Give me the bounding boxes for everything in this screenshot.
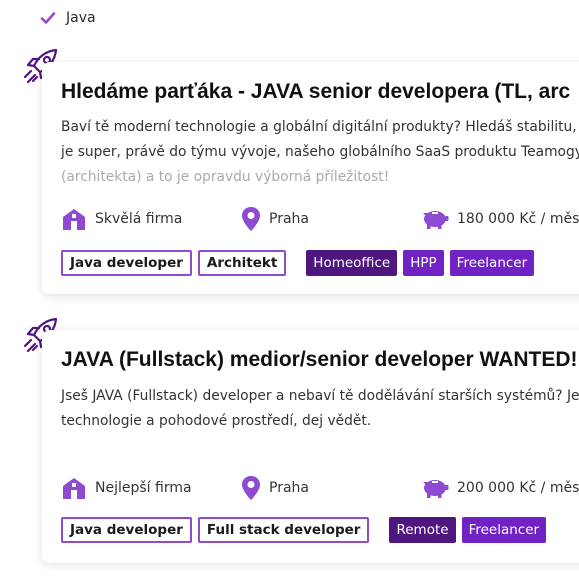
job-description: Baví tě moderní technologie a globální d…	[61, 115, 579, 190]
skill-tag[interactable]: Full stack developer	[197, 517, 370, 543]
work-type-tag[interactable]: HPP	[403, 250, 444, 276]
location-info: Praha	[241, 204, 309, 234]
work-type-tag[interactable]: Freelancer	[461, 517, 547, 543]
company-name: Skvělá firma	[95, 211, 183, 227]
description-line: Jseš JAVA (Fullstack) developer a nebaví…	[61, 388, 579, 404]
work-type-tag[interactable]: Remote	[389, 517, 456, 543]
job-card[interactable]: JAVA (Fullstack) medior/senior developer…	[42, 330, 579, 563]
job-meta: Skvělá firma Praha 180 000 Kč / měsíc	[61, 204, 579, 234]
company-name: Nejlepší firma	[95, 480, 192, 496]
description-line: je super, právě do týmu vývoje, našeho g…	[61, 144, 579, 160]
map-pin-icon	[242, 476, 260, 500]
job-card[interactable]: Hledáme parťáka - JAVA senior developera…	[42, 62, 579, 294]
building-icon	[63, 209, 85, 230]
description-line: Baví tě moderní technologie a globální d…	[61, 119, 577, 135]
salary-value: 200 000 Kč / měsíc	[457, 480, 579, 496]
skill-tag[interactable]: Java developer	[61, 250, 192, 276]
salary-info: 200 000 Kč / měsíc	[421, 473, 579, 503]
work-type-tag[interactable]: Freelancer	[449, 250, 535, 276]
piggy-bank-icon	[423, 211, 449, 229]
description-line: technologie a pohodové prostředí, dej vě…	[61, 413, 372, 429]
skill-tag[interactable]: Java developer	[61, 517, 192, 543]
piggy-bank-icon	[423, 480, 449, 498]
skill-tag[interactable]: Architekt	[197, 250, 287, 276]
tag-list: Java developer Full stack developer Remo…	[61, 517, 547, 543]
job-title[interactable]: Hledáme parťáka - JAVA senior developera…	[61, 80, 570, 104]
building-icon	[63, 478, 85, 499]
work-type-tag[interactable]: Homeoffice	[306, 250, 398, 276]
job-meta: Nejlepší firma Praha 200 000 Kč / měsíc	[61, 473, 579, 503]
filter-java[interactable]: Java	[40, 6, 96, 30]
description-line: (architekta) a to je opravdu výborná pří…	[61, 169, 390, 185]
salary-info: 180 000 Kč / měsíc	[421, 204, 579, 234]
checkmark-icon	[40, 12, 56, 24]
map-pin-icon	[242, 207, 260, 231]
job-description: Jseš JAVA (Fullstack) developer a nebaví…	[61, 384, 579, 434]
filter-label: Java	[66, 10, 96, 26]
company-info: Nejlepší firma	[61, 473, 192, 503]
location-name: Praha	[269, 211, 309, 227]
tag-list: Java developer Architekt Homeoffice HPP …	[61, 250, 535, 276]
company-info: Skvělá firma	[61, 204, 182, 234]
location-name: Praha	[269, 480, 309, 496]
location-info: Praha	[241, 473, 309, 503]
job-list-page: Java Hledáme parťáka - JAVA senior devel…	[0, 0, 579, 579]
job-title[interactable]: JAVA (Fullstack) medior/senior developer…	[61, 348, 578, 372]
salary-value: 180 000 Kč / měsíc	[457, 211, 579, 227]
